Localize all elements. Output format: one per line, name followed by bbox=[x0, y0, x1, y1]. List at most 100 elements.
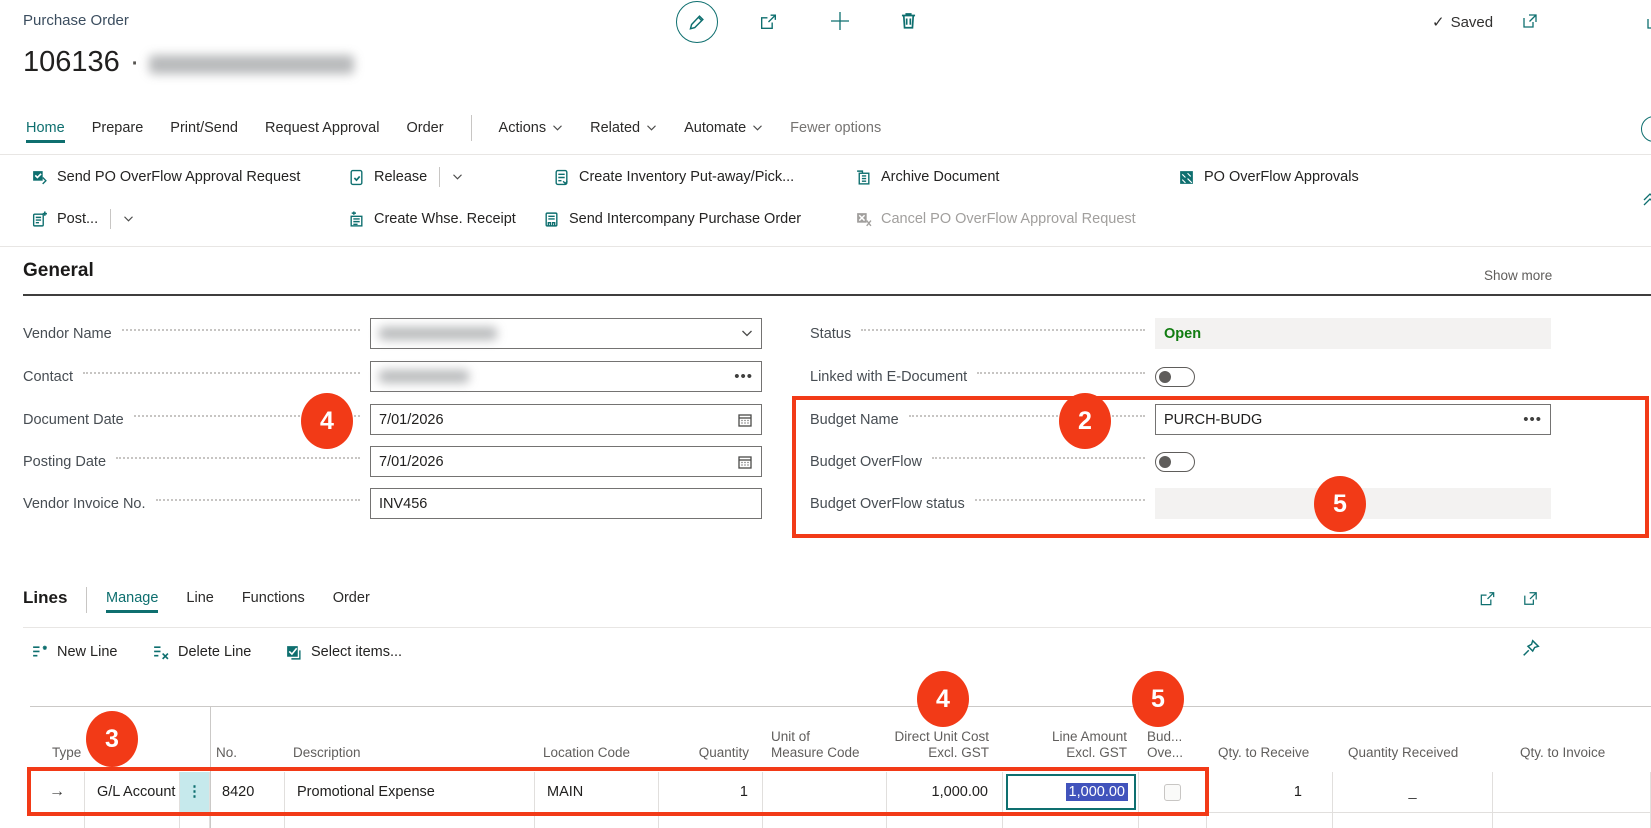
share-button[interactable] bbox=[758, 11, 779, 37]
select-items-button[interactable]: Select items... bbox=[285, 638, 402, 666]
column-header-description[interactable]: Description bbox=[293, 730, 443, 768]
inventory-putaway-icon bbox=[553, 169, 570, 186]
lines-share-button[interactable] bbox=[1478, 589, 1497, 613]
save-status: ✓ Saved bbox=[1432, 13, 1493, 31]
action-cancel-po-overflow-approval-request[interactable]: Cancel PO OverFlow Approval Request bbox=[855, 205, 1136, 233]
section-divider bbox=[0, 246, 1651, 247]
tab-order[interactable]: Order bbox=[406, 120, 443, 136]
header-text: Qty. to Invoice bbox=[1520, 745, 1651, 761]
delete-button[interactable] bbox=[898, 10, 919, 36]
action-create-whse-receipt[interactable]: Create Whse. Receipt bbox=[348, 205, 516, 233]
pin-icon bbox=[1522, 639, 1540, 657]
field-label: Document Date bbox=[23, 412, 124, 428]
field-value: INV456 bbox=[379, 496, 427, 512]
field-vendor-invoice-no: Vendor Invoice No. INV456 bbox=[23, 488, 762, 519]
column-header-budget-overflow[interactable]: Bud... Ove... bbox=[1147, 730, 1202, 768]
fewer-options-button[interactable]: Fewer options bbox=[790, 120, 881, 136]
column-header-line-amount[interactable]: Line Amount Excl. GST bbox=[1027, 730, 1127, 768]
page-title: 106136 · bbox=[23, 46, 354, 79]
edit-button[interactable] bbox=[676, 1, 718, 43]
clipped-circle-icon[interactable] bbox=[1641, 116, 1651, 144]
lines-popout-button[interactable] bbox=[1521, 589, 1540, 613]
tab-print-send[interactable]: Print/Send bbox=[170, 120, 238, 136]
menu-actions[interactable]: Actions bbox=[499, 120, 564, 136]
annotation-badge-4-lines: 4 bbox=[917, 671, 969, 727]
delete-line-button[interactable]: Delete Line bbox=[152, 638, 251, 666]
status-field: Open bbox=[1155, 318, 1551, 349]
tab-request-approval[interactable]: Request Approval bbox=[265, 120, 379, 136]
cell-qty-to-invoice[interactable] bbox=[1493, 772, 1651, 812]
column-header-quantity-received[interactable]: Quantity Received bbox=[1348, 730, 1478, 768]
field-status: Status Open bbox=[810, 318, 1551, 349]
field-document-date: Document Date 7/01/2026 bbox=[23, 404, 762, 435]
action-archive-document[interactable]: Archive Document bbox=[855, 163, 999, 191]
new-line-button[interactable]: New Line bbox=[31, 638, 117, 666]
assist-edit-icon[interactable]: ••• bbox=[734, 372, 753, 382]
split-divider bbox=[439, 167, 440, 187]
popout-button[interactable] bbox=[1520, 11, 1540, 36]
action-release[interactable]: Release bbox=[348, 163, 463, 191]
action-post[interactable]: Post... bbox=[31, 205, 134, 233]
header-text: No. bbox=[216, 745, 276, 761]
share-icon bbox=[1478, 589, 1497, 608]
calendar-icon[interactable] bbox=[737, 454, 753, 470]
clipped-toolbar-icon[interactable] bbox=[1644, 12, 1651, 32]
action-label: Create Whse. Receipt bbox=[374, 211, 516, 227]
column-header-qty-to-invoice[interactable]: Qty. to Invoice bbox=[1520, 730, 1651, 768]
contact-input[interactable]: ••• bbox=[370, 361, 762, 392]
annotation-badge-5-lines: 5 bbox=[1132, 671, 1184, 727]
lines-tab-order[interactable]: Order bbox=[333, 590, 370, 606]
calendar-icon[interactable] bbox=[737, 412, 753, 428]
cell-value: _ bbox=[1408, 784, 1416, 800]
menu-automate[interactable]: Automate bbox=[684, 120, 763, 136]
action-send-po-overflow-approval-request[interactable]: Send PO OverFlow Approval Request bbox=[31, 163, 300, 191]
action-po-overflow-approvals[interactable]: PO OverFlow Approvals bbox=[1178, 163, 1359, 191]
column-header-qty-to-receive[interactable]: Qty. to Receive bbox=[1218, 730, 1328, 768]
lines-tab-line[interactable]: Line bbox=[186, 590, 213, 606]
header-text: Location Code bbox=[543, 745, 653, 761]
action-label: Send PO OverFlow Approval Request bbox=[57, 169, 300, 185]
field-label: Linked with E-Document bbox=[810, 369, 967, 385]
column-header-quantity[interactable]: Quantity bbox=[659, 730, 749, 768]
chevron-down-icon[interactable] bbox=[123, 215, 134, 223]
delete-line-icon bbox=[152, 644, 169, 661]
tab-home[interactable]: Home bbox=[26, 120, 65, 136]
header-text: Excl. GST bbox=[891, 745, 989, 761]
cell-quantity-received[interactable]: _ bbox=[1333, 772, 1493, 812]
column-header-location-code[interactable]: Location Code bbox=[543, 730, 653, 768]
show-more-link[interactable]: Show more bbox=[1484, 268, 1552, 283]
plus-icon bbox=[828, 9, 852, 33]
column-header-direct-unit-cost[interactable]: Direct Unit Cost Excl. GST bbox=[891, 730, 989, 768]
document-date-input[interactable]: 7/01/2026 bbox=[370, 404, 762, 435]
action-send-intercompany-purchase-order[interactable]: Send Intercompany Purchase Order bbox=[543, 205, 801, 233]
clipped-ribbon-expander-icon[interactable] bbox=[1640, 188, 1651, 210]
menu-automate-label: Automate bbox=[684, 120, 746, 136]
send-approval-icon bbox=[31, 169, 48, 186]
linked-edocument-toggle[interactable] bbox=[1155, 367, 1195, 387]
cell-qty-to-receive[interactable]: 1 bbox=[1207, 772, 1333, 812]
chevron-down-icon[interactable] bbox=[452, 173, 463, 181]
vendor-invoice-no-input[interactable]: INV456 bbox=[370, 488, 762, 519]
action-create-inventory-putaway-pick[interactable]: Create Inventory Put-away/Pick... bbox=[553, 163, 794, 191]
table-top-border bbox=[30, 706, 1651, 707]
header-text: Excl. GST bbox=[1027, 745, 1127, 761]
new-document-button[interactable] bbox=[828, 9, 852, 38]
lines-tab-manage[interactable]: Manage bbox=[106, 590, 158, 606]
field-value: 7/01/2026 bbox=[379, 454, 444, 470]
pencil-icon bbox=[688, 13, 706, 31]
chevron-down-icon[interactable] bbox=[741, 329, 753, 338]
menu-related[interactable]: Related bbox=[590, 120, 657, 136]
column-header-unit-of-measure[interactable]: Unit of Measure Code bbox=[771, 730, 881, 768]
posting-date-input[interactable]: 7/01/2026 bbox=[370, 446, 762, 477]
action-label: Send Intercompany Purchase Order bbox=[569, 211, 801, 227]
lines-tab-functions[interactable]: Functions bbox=[242, 590, 305, 606]
vendor-name-input[interactable] bbox=[370, 318, 762, 349]
menu-related-label: Related bbox=[590, 120, 640, 136]
column-header-no[interactable]: No. bbox=[216, 730, 276, 768]
cancel-approval-icon bbox=[855, 211, 872, 228]
chevron-down-icon bbox=[646, 124, 657, 132]
tab-prepare[interactable]: Prepare bbox=[92, 120, 144, 136]
split-divider bbox=[110, 209, 111, 229]
pin-pane-button[interactable] bbox=[1522, 639, 1540, 662]
action-label: PO OverFlow Approvals bbox=[1204, 169, 1359, 185]
